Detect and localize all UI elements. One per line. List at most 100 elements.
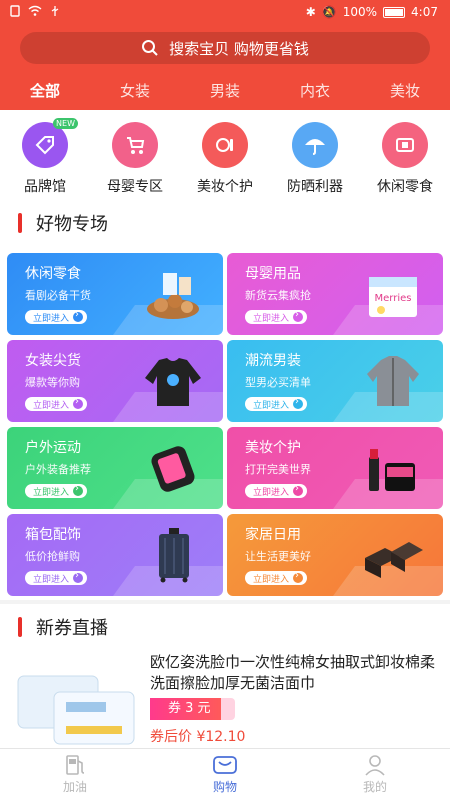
card-title: 潮流男装 xyxy=(245,353,301,369)
section-coupons-header: 新券直播 xyxy=(0,604,450,650)
snack-icon xyxy=(382,122,428,168)
enter-button-label: 立即进入 xyxy=(33,400,70,411)
bluetooth-icon: ✱ xyxy=(305,5,316,19)
category-snacks[interactable]: 休闲零食 xyxy=(365,122,445,202)
promo-card-men[interactable]: 潮流男装 型男必买清单 立即进入 xyxy=(227,340,443,422)
category-label: 母婴专区 xyxy=(107,179,163,195)
sweatshirt-icon xyxy=(145,358,201,406)
category-label: 防晒利器 xyxy=(287,179,343,195)
stroller-icon xyxy=(112,122,158,168)
card-subtitle: 打开完美世界 xyxy=(245,463,311,476)
enter-button-label: 立即进入 xyxy=(253,574,290,585)
category-label: 美妆个护 xyxy=(197,179,253,195)
section-accent-bar xyxy=(18,213,22,233)
card-subtitle: 户外装备推荐 xyxy=(25,463,91,476)
enter-button[interactable]: 立即进入 xyxy=(25,483,88,498)
enter-button-label: 立即进入 xyxy=(33,574,70,585)
promo-card-beauty[interactable]: 美妆个护 打开完美世界 立即进入 xyxy=(227,427,443,509)
card-title: 女装尖货 xyxy=(25,353,81,369)
coupon-tail xyxy=(220,698,235,720)
promo-card-snacks[interactable]: 休闲零食 看剧必备干货 立即进入 xyxy=(7,253,223,335)
coupon-product-item[interactable]: 欧亿姿洗脸巾一次性纯棉女抽取式卸妆棉柔洗面擦脸加厚无菌洁面巾 券 3 元 券后价… xyxy=(0,648,450,748)
diaper-pack-icon: Merries xyxy=(369,277,417,317)
category-sunscreen[interactable]: 防晒利器 xyxy=(275,122,355,202)
fuel-icon xyxy=(66,755,85,775)
arrow-icon xyxy=(73,309,84,322)
status-bar: ✱ 🔕 100% 4:07 xyxy=(0,0,450,26)
promo-card-baby[interactable]: 母婴用品 新货云集疯抢 立即进入 Merries xyxy=(227,253,443,335)
section-featured-header: 好物专场 xyxy=(0,200,450,246)
product-title: 欧亿姿洗脸巾一次性纯棉女抽取式卸妆棉柔洗面擦脸加厚无菌洁面巾 xyxy=(150,653,436,692)
cosmetics-icon xyxy=(369,449,415,491)
enter-button-label: 立即进入 xyxy=(253,400,290,411)
bottom-nav: 加油 购物 我的 xyxy=(0,748,450,800)
usb-icon xyxy=(51,6,59,16)
enter-button[interactable]: 立即进入 xyxy=(245,309,308,324)
search-placeholder: 搜索宝贝 购物更省钱 xyxy=(169,39,309,58)
header: ✱ 🔕 100% 4:07 搜索宝贝 购物更省钱 全部 女装 男装 内衣 美妆 xyxy=(0,0,450,110)
card-subtitle: 爆款等你购 xyxy=(25,376,80,389)
card-subtitle: 看剧必备干货 xyxy=(25,289,91,302)
lipstick-icon xyxy=(202,122,248,168)
enter-button[interactable]: 立即进入 xyxy=(245,483,308,498)
tab-women[interactable]: 女装 xyxy=(90,76,180,106)
enter-button[interactable]: 立即进入 xyxy=(25,396,88,411)
search-bar[interactable]: 搜索宝贝 购物更省钱 xyxy=(20,32,430,64)
arrow-icon xyxy=(293,483,304,496)
armband-icon xyxy=(151,446,195,492)
tag-icon: NEW xyxy=(22,118,78,168)
tab-underwear[interactable]: 内衣 xyxy=(270,76,360,106)
user-icon xyxy=(365,755,385,776)
arrow-icon xyxy=(73,570,84,583)
card-title: 家居日用 xyxy=(245,527,301,543)
category-mother-baby[interactable]: 母婴专区 xyxy=(95,122,175,202)
arrow-icon xyxy=(293,396,304,409)
suitcase-icon xyxy=(159,528,189,583)
category-beauty-care[interactable]: 美妆个护 xyxy=(185,122,265,202)
after-coupon-price: 券后价 ¥12.10 xyxy=(150,729,246,745)
card-title: 户外运动 xyxy=(25,440,81,456)
wifi-icon xyxy=(28,5,42,16)
section-accent-bar xyxy=(18,617,22,637)
nav-shopping[interactable]: 购物 xyxy=(150,749,300,800)
enter-button-label: 立即进入 xyxy=(33,313,70,324)
arrow-icon xyxy=(293,309,304,322)
battery-text: 100% xyxy=(342,5,378,19)
promo-card-women[interactable]: 女装尖货 爆款等你购 立即进入 xyxy=(7,340,223,422)
nav-label: 购物 xyxy=(212,780,237,794)
umbrella-icon xyxy=(292,122,338,168)
category-tabs: 全部 女装 男装 内衣 美妆 xyxy=(0,76,450,106)
nav-me[interactable]: 我的 xyxy=(300,749,450,800)
card-title: 美妆个护 xyxy=(245,440,301,456)
enter-button-label: 立即进入 xyxy=(253,487,290,498)
nav-fuel[interactable]: 加油 xyxy=(0,749,150,800)
mute-icon: 🔕 xyxy=(321,5,337,19)
section-title: 新券直播 xyxy=(36,618,108,639)
promo-card-home[interactable]: 家居日用 让生活更美好 立即进入 xyxy=(227,514,443,596)
enter-button[interactable]: 立即进入 xyxy=(245,396,308,411)
card-subtitle: 低价抢鲜购 xyxy=(25,550,80,563)
coupon-badge: 券 3 元 xyxy=(150,698,235,720)
card-subtitle: 新货云集疯抢 xyxy=(245,289,311,302)
section-title: 好物专场 xyxy=(36,214,108,235)
coupon-amount: 券 3 元 xyxy=(150,698,221,720)
new-badge: NEW xyxy=(53,118,78,129)
category-label: 休闲零食 xyxy=(377,179,433,195)
nav-label: 我的 xyxy=(362,780,387,794)
promo-grid: 休闲零食 看剧必备干货 立即进入 母婴用品 新货云集疯抢 立即进入 Merrie… xyxy=(0,246,450,600)
promo-card-outdoor[interactable]: 户外运动 户外装备推荐 立即进入 xyxy=(7,427,223,509)
tab-all[interactable]: 全部 xyxy=(0,76,90,106)
category-label: 品牌馆 xyxy=(24,179,66,195)
enter-button[interactable]: 立即进入 xyxy=(25,309,88,324)
enter-button[interactable]: 立即进入 xyxy=(25,570,88,585)
tab-beauty[interactable]: 美妆 xyxy=(360,76,450,106)
category-brand-hall[interactable]: NEW 品牌馆 xyxy=(5,118,85,202)
sim-icon xyxy=(10,5,20,17)
enter-button[interactable]: 立即进入 xyxy=(245,570,308,585)
card-subtitle: 让生活更美好 xyxy=(245,550,311,563)
clock: 4:07 xyxy=(411,5,438,19)
promo-card-bags[interactable]: 箱包配饰 低价抢鲜购 立即进入 xyxy=(7,514,223,596)
category-shortcuts: NEW 品牌馆 母婴专区 美妆个护 防晒利器 休闲零食 xyxy=(0,110,450,202)
tab-men[interactable]: 男装 xyxy=(180,76,270,106)
nav-label: 加油 xyxy=(62,780,87,794)
